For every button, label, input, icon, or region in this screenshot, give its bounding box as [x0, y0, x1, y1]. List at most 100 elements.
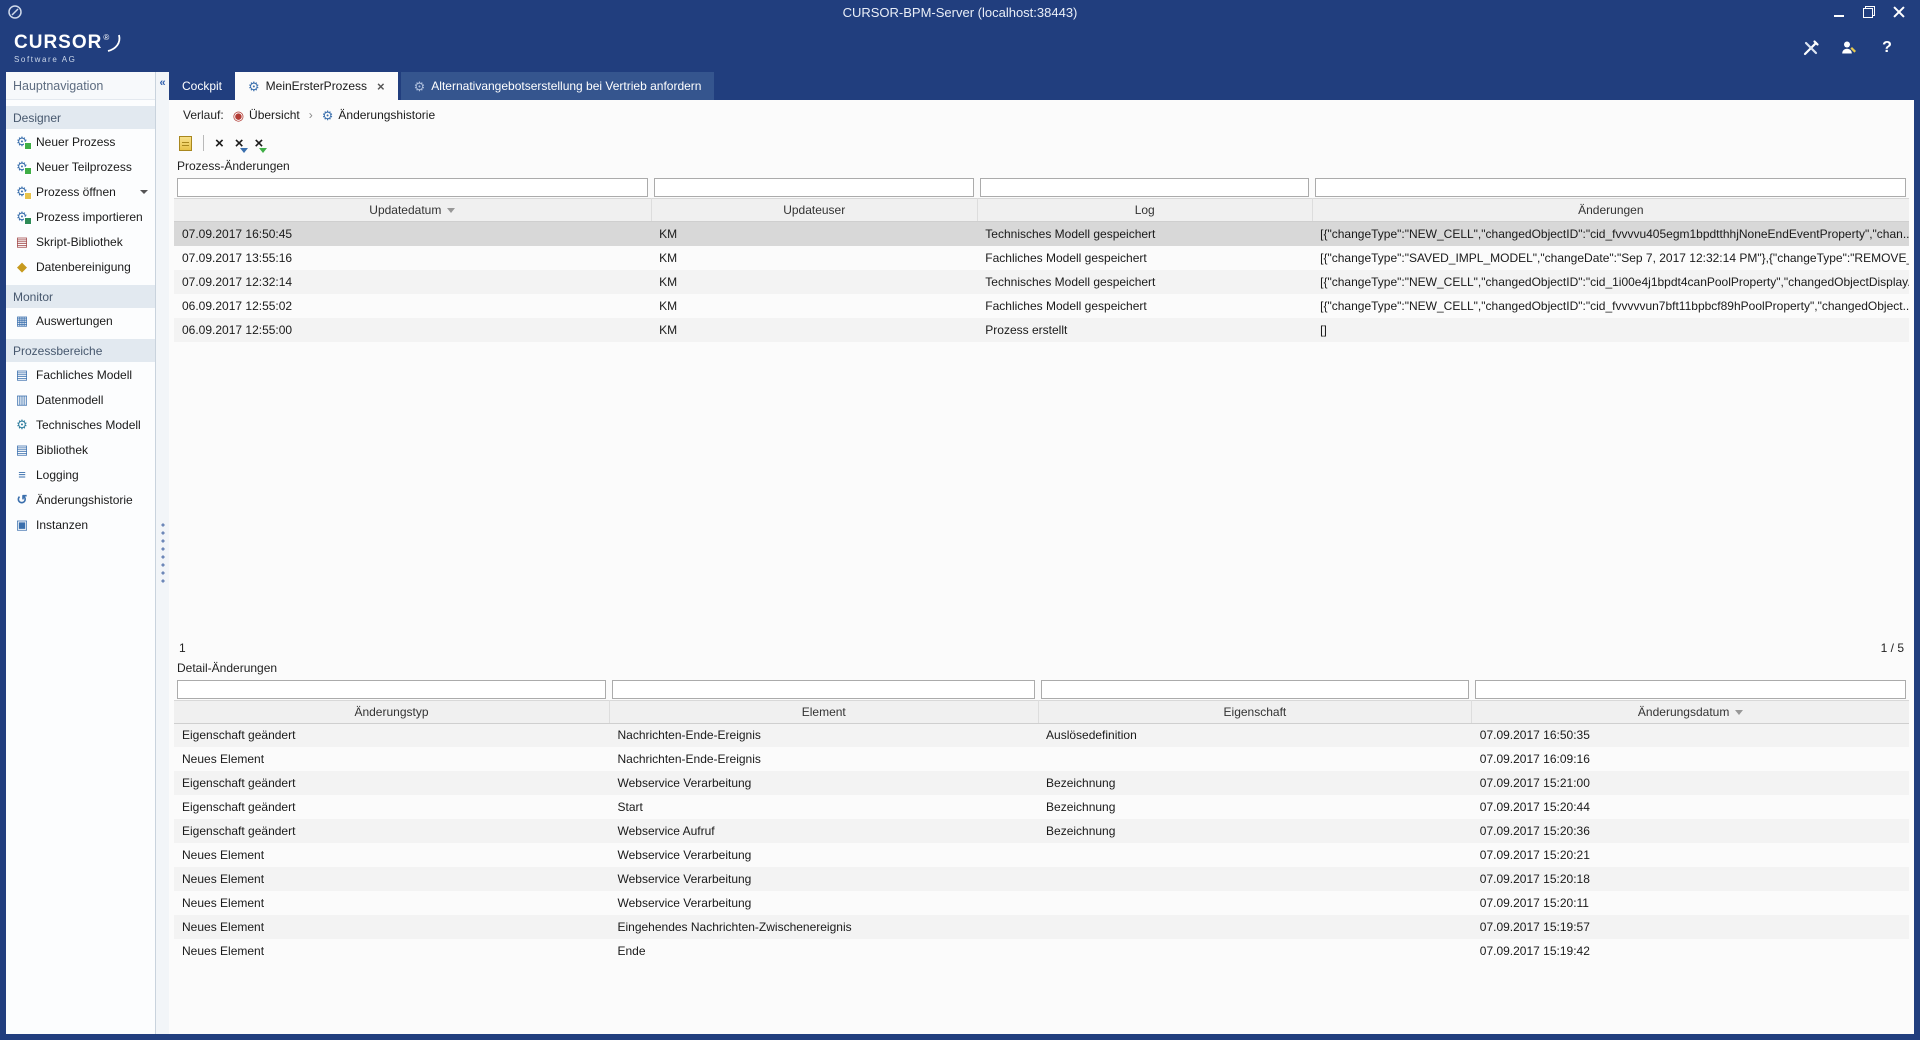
sidebar-item-neuer-teilprozess[interactable]: ⚙ Neuer Teilprozess [6, 154, 155, 179]
filter-input-aenderungen[interactable] [1315, 178, 1906, 197]
sidebar-item-aenderungshistorie[interactable]: ↺ Änderungshistorie [6, 487, 155, 512]
sidebar-item-fachliches-modell[interactable]: ▤ Fachliches Modell [6, 362, 155, 387]
script-library-icon: ▤ [14, 235, 30, 248]
sidebar-item-logging[interactable]: ≡ Logging [6, 462, 155, 487]
column-header-aenderungen[interactable]: Änderungen [1312, 199, 1909, 222]
filter-input-eigenschaft[interactable] [1041, 680, 1469, 699]
main-content: Cockpit ⚙ MeinErsterProzess × ⚙ Alternat… [169, 72, 1914, 1034]
minimize-button[interactable] [1824, 2, 1854, 22]
cursor-logo: CURSOR ® Software AG [14, 33, 123, 64]
table-row[interactable]: 07.09.2017 16:50:45 KM Technisches Model… [174, 222, 1909, 246]
table-row[interactable]: Eigenschaft geändert Start Bezeichnung 0… [174, 795, 1909, 819]
filter-row [174, 678, 1909, 701]
logo-swoosh-icon [107, 33, 123, 53]
column-header-element[interactable]: Element [609, 700, 1038, 723]
clear-filter-icon[interactable]: × [235, 136, 244, 151]
table-row[interactable]: 06.09.2017 12:55:00 KM Prozess erstellt … [174, 318, 1909, 342]
filter-input-log[interactable] [980, 178, 1309, 197]
table-row[interactable]: 07.09.2017 12:32:14 KM Technisches Model… [174, 270, 1909, 294]
data-model-icon: ▥ [14, 393, 30, 406]
new-process-icon: ⚙ [14, 135, 30, 148]
column-header-updatedatum[interactable]: Updatedatum [174, 199, 651, 222]
sidebar-splitter[interactable]: « [156, 72, 169, 1034]
splitter-handle[interactable] [161, 521, 165, 585]
tab-cockpit[interactable]: Cockpit [169, 72, 235, 100]
table-row[interactable]: Neues Element Webservice Verarbeitung 07… [174, 867, 1909, 891]
chevron-down-icon[interactable] [140, 190, 148, 194]
sidebar-item-datenmodell[interactable]: ▥ Datenmodell [6, 387, 155, 412]
table-row[interactable]: Neues Element Nachrichten-Ende-Ereignis … [174, 747, 1909, 771]
clear-icon[interactable]: × [215, 136, 224, 151]
sidebar-item-datenbereinigung[interactable]: ◆ Datenbereinigung [6, 254, 155, 279]
table-row[interactable]: Neues Element Webservice Verarbeitung 07… [174, 843, 1909, 867]
technical-model-icon: ⚙ [14, 418, 30, 431]
column-header-log[interactable]: Log [977, 199, 1312, 222]
sort-desc-icon [447, 208, 455, 213]
brand-name: CURSOR [14, 33, 102, 52]
process-changes-title: Prozess-Änderungen [174, 156, 1909, 176]
content-bottom-space [174, 963, 1909, 1034]
column-header-aenderungstyp[interactable]: Änderungstyp [174, 700, 609, 723]
column-header-eigenschaft[interactable]: Eigenschaft [1038, 700, 1472, 723]
tab-alternativangebotserstellung[interactable]: ⚙ Alternativangebotserstellung bei Vertr… [401, 72, 715, 100]
page-number[interactable]: 1 [179, 641, 186, 655]
sidebar-item-prozess-importieren[interactable]: ⚙ Prozess importieren [6, 204, 155, 229]
filter-input-aenderungsdatum[interactable] [1475, 680, 1906, 699]
sidebar-item-auswertungen[interactable]: ▦ Auswertungen [6, 308, 155, 333]
user-edit-icon[interactable] [1838, 37, 1860, 59]
collapse-sidebar-icon[interactable]: « [156, 78, 169, 89]
process-changes-table: Updatedatum Updateuser Log Änderungen 07… [174, 176, 1909, 342]
table-row[interactable]: Neues Element Ende 07.09.2017 15:19:42 [174, 939, 1909, 963]
tab-bar: Cockpit ⚙ MeinErsterProzess × ⚙ Alternat… [169, 72, 1914, 100]
sidebar-item-prozess-oeffnen[interactable]: ⚙ Prozess öffnen [6, 179, 155, 204]
filter-input-aenderungstyp[interactable] [177, 680, 606, 699]
brand-subtitle: Software AG [14, 55, 123, 64]
new-subprocess-icon: ⚙ [14, 160, 30, 173]
column-header-aenderungsdatum[interactable]: Änderungsdatum [1472, 700, 1909, 723]
table-row[interactable]: 07.09.2017 13:55:16 KM Fachliches Modell… [174, 246, 1909, 270]
app-icon [6, 3, 24, 21]
header-row: Updatedatum Updateuser Log Änderungen [174, 199, 1909, 222]
table-row[interactable]: Neues Element Eingehendes Nachrichten-Zw… [174, 915, 1909, 939]
sidebar-item-instanzen[interactable]: ▣ Instanzen [6, 512, 155, 537]
breadcrumb-item-uebersicht[interactable]: ◉ Übersicht [233, 108, 300, 122]
filter-input-element[interactable] [612, 680, 1035, 699]
sidebar: Hauptnavigation Designer ⚙ Neuer Prozess… [6, 72, 156, 1034]
close-button[interactable] [1884, 2, 1914, 22]
pagination-bar: 1 1 / 5 [174, 638, 1909, 658]
table-row[interactable]: 06.09.2017 12:55:02 KM Fachliches Modell… [174, 294, 1909, 318]
open-process-icon: ⚙ [14, 185, 30, 198]
column-header-updateuser[interactable]: Updateuser [651, 199, 977, 222]
export-icon[interactable] [179, 136, 192, 151]
sidebar-item-skript-bibliothek[interactable]: ▤ Skript-Bibliothek [6, 229, 155, 254]
breadcrumb-item-aenderungshistorie[interactable]: ⚙ Änderungshistorie [322, 108, 435, 122]
process-tab-icon: ⚙ [248, 80, 260, 93]
sidebar-title: Hauptnavigation [6, 72, 155, 100]
sidebar-item-technisches-modell[interactable]: ⚙ Technisches Modell [6, 412, 155, 437]
logging-icon: ≡ [14, 468, 30, 481]
tab-close-icon[interactable]: × [377, 80, 385, 93]
help-icon[interactable]: ? [1876, 37, 1898, 59]
restore-button[interactable] [1854, 2, 1884, 22]
data-cleanup-icon: ◆ [14, 260, 30, 273]
sidebar-section-designer: Designer [6, 106, 155, 129]
table-row[interactable]: Neues Element Webservice Verarbeitung 07… [174, 891, 1909, 915]
tab-meinersterprozess[interactable]: ⚙ MeinErsterProzess × [235, 72, 398, 100]
titlebar: CURSOR-BPM-Server (localhost:38443) [0, 0, 1920, 24]
tools-icon[interactable] [1800, 37, 1822, 59]
sidebar-section-monitor: Monitor [6, 285, 155, 308]
sidebar-item-bibliothek[interactable]: ▤ Bibliothek [6, 437, 155, 462]
breadcrumb: Verlauf: ◉ Übersicht › ⚙ Änderungshistor… [174, 100, 1909, 130]
sidebar-item-neuer-prozess[interactable]: ⚙ Neuer Prozess [6, 129, 155, 154]
breadcrumb-label: Verlauf: [183, 108, 224, 122]
table-row[interactable]: Eigenschaft geändert Webservice Verarbei… [174, 771, 1909, 795]
table-row[interactable]: Eigenschaft geändert Webservice Aufruf B… [174, 819, 1909, 843]
change-history-icon: ↺ [14, 493, 30, 506]
table-row[interactable]: Eigenschaft geändert Nachrichten-Ende-Er… [174, 723, 1909, 747]
filter-input-updatedatum[interactable] [177, 178, 648, 197]
clear-all-filters-icon[interactable]: × [255, 136, 264, 151]
business-model-icon: ▤ [14, 368, 30, 381]
filter-input-updateuser[interactable] [654, 178, 974, 197]
instances-icon: ▣ [14, 518, 30, 531]
window-title: CURSOR-BPM-Server (localhost:38443) [0, 5, 1920, 20]
